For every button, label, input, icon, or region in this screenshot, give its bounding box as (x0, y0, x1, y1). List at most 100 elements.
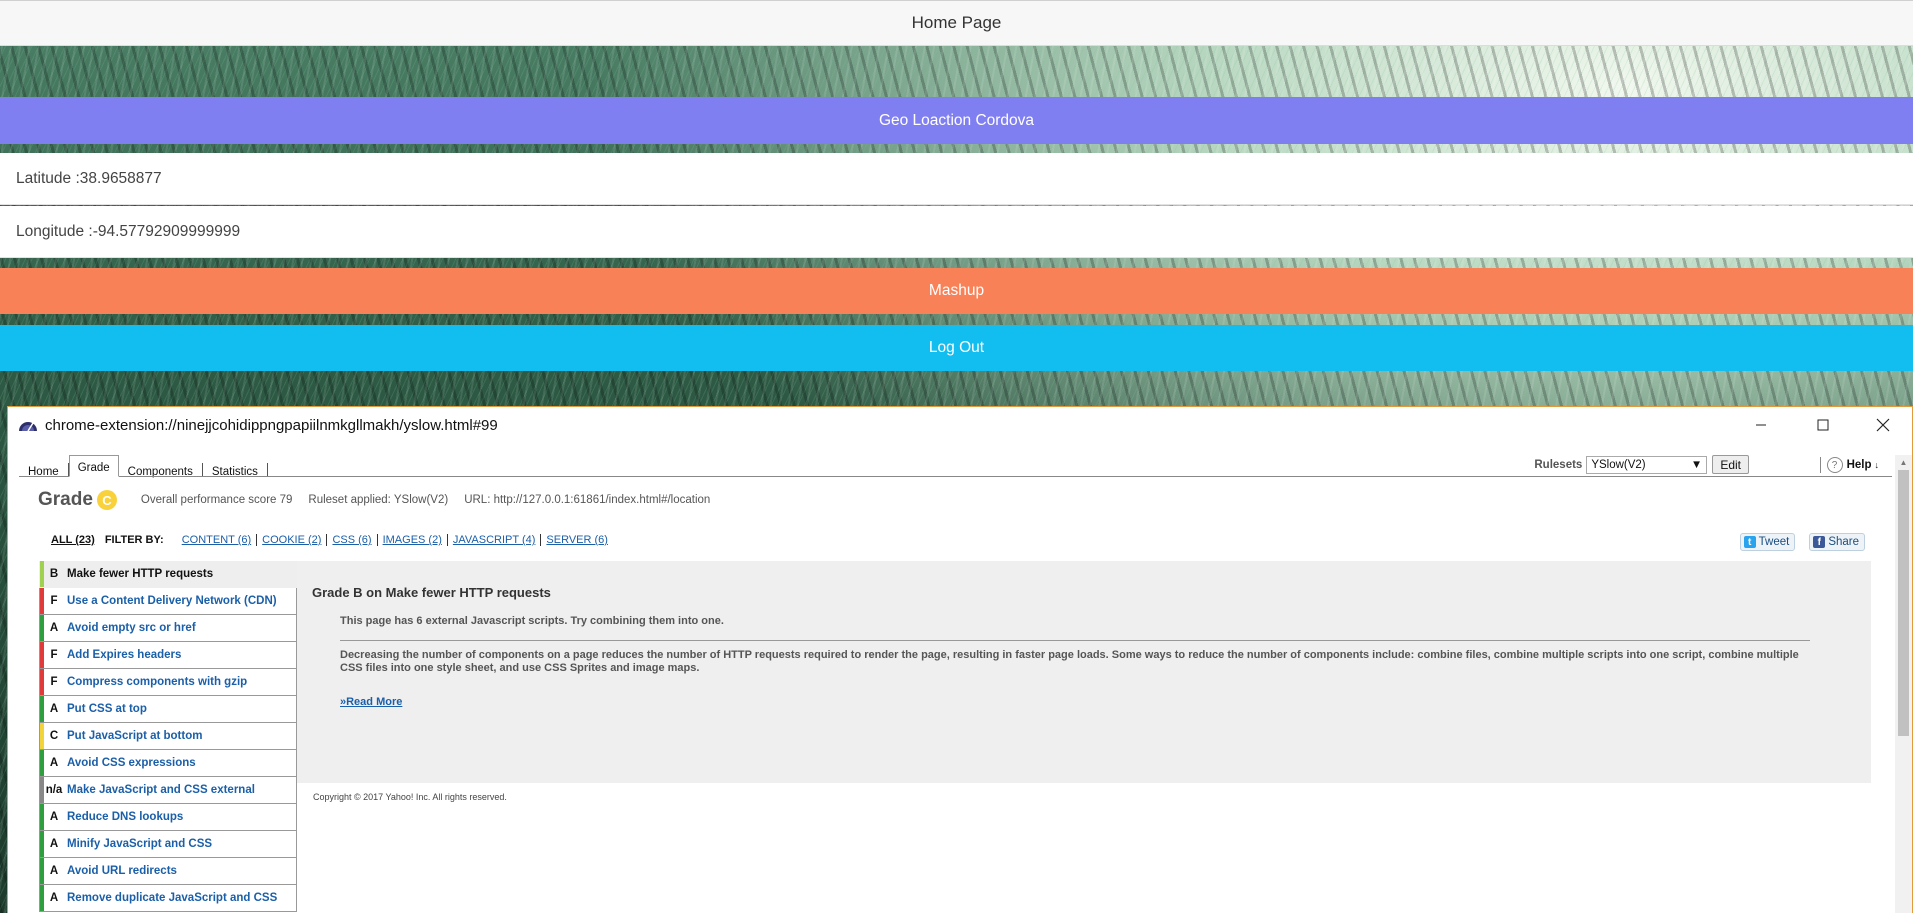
tabs-divider (19, 476, 1892, 477)
ruleset-select[interactable]: YSlow(V2) ▼ (1586, 455, 1708, 474)
rule-item[interactable]: A Avoid CSS expressions (39, 750, 297, 777)
rule-grade: n/a (45, 784, 63, 796)
page-url: URL: http://127.0.0.1:61861/index.html#/… (464, 494, 711, 506)
rule-grade: A (49, 757, 59, 769)
rule-name: Put JavaScript at bottom (67, 730, 203, 742)
grade-summary: Grade C Overall performance score 79 Rul… (38, 489, 726, 511)
help-menu[interactable]: ? Help ↓ (1819, 457, 1880, 473)
longitude-row: Longitude :-94.57792909999999 (0, 206, 1913, 258)
maximize-button[interactable] (1800, 407, 1846, 443)
rule-grade: A (49, 811, 59, 823)
rule-grade: A (49, 622, 59, 634)
rule-grade: C (49, 730, 59, 742)
rule-grade: F (50, 676, 58, 688)
geo-location-button[interactable]: Geo Loaction Cordova (0, 97, 1913, 144)
grade-badge: C (96, 490, 117, 510)
rules-list: B Make fewer HTTP requests F Use a Content … (39, 561, 297, 912)
rule-item[interactable]: A Put CSS at top (39, 696, 297, 723)
overall-score: Overall performance score 79 (140, 494, 293, 506)
scrollbar-thumb[interactable] (1898, 470, 1909, 736)
tab-home[interactable]: Home (19, 463, 69, 478)
rule-grade: F (50, 649, 58, 661)
latitude-row: Latitude :38.9658877 (0, 153, 1913, 205)
rule-name: Remove duplicate JavaScript and CSS (67, 892, 278, 904)
filter-cookie[interactable]: COOKIE (2) (257, 534, 328, 546)
filter-by-label: FILTER BY: (104, 534, 164, 546)
tab-grade[interactable]: Grade (68, 455, 119, 477)
filter-all[interactable]: ALL (23) (51, 534, 95, 546)
rule-name: Make JavaScript and CSS external (67, 784, 255, 796)
rule-detail-panel: Grade B on Make fewer HTTP requests This… (297, 561, 1871, 783)
rule-grade: B (49, 568, 59, 580)
filter-content[interactable]: CONTENT (6) (177, 534, 258, 546)
rule-grade: A (49, 892, 59, 904)
filter-css[interactable]: CSS (6) (327, 534, 378, 546)
rule-grade: A (49, 865, 59, 877)
filter-javascript[interactable]: JAVASCRIPT (4) (448, 534, 542, 546)
logout-button[interactable]: Log Out (0, 325, 1913, 371)
help-label: Help (1846, 459, 1872, 471)
rule-name: Compress components with gzip (67, 676, 248, 688)
rule-name: Avoid empty src or href (67, 622, 196, 634)
rule-grade: F (50, 595, 58, 607)
rule-item[interactable]: F Compress components with gzip (39, 669, 297, 696)
mashup-button[interactable]: Mashup (0, 268, 1913, 314)
scroll-up-arrow-icon[interactable]: ▲ (1895, 455, 1912, 470)
tweet-button[interactable]: t Tweet (1739, 533, 1796, 551)
filter-server[interactable]: SERVER (6) (541, 534, 613, 546)
close-icon (1876, 418, 1890, 432)
tab-statistics[interactable]: Statistics (203, 463, 268, 478)
read-more-link[interactable]: »Read More (340, 696, 402, 708)
filter-images[interactable]: IMAGES (2) (378, 534, 448, 546)
rule-item[interactable]: n/a Make JavaScript and CSS external (39, 777, 297, 804)
social-buttons: t Tweet f Share (1739, 533, 1865, 551)
rule-name: Make fewer HTTP requests (67, 568, 214, 580)
vertical-scrollbar[interactable]: ▲ (1895, 455, 1912, 913)
app-header: Home Page (0, 0, 1913, 46)
rule-name: Put CSS at top (67, 703, 147, 715)
detail-title: Grade B on Make fewer HTTP requests (312, 585, 551, 600)
yslow-popup-window: chrome-extension://ninejjcohidippngpapii… (7, 406, 1913, 913)
copyright-text: Copyright © 2017 Yahoo! Inc. All rights … (313, 792, 507, 802)
share-label: Share (1828, 536, 1859, 548)
rule-item[interactable]: A Remove duplicate JavaScript and CSS (39, 885, 297, 912)
facebook-icon: f (1813, 536, 1826, 548)
rule-name: Avoid CSS expressions (67, 757, 196, 769)
rule-item[interactable]: A Avoid empty src or href (39, 615, 297, 642)
ruleset-applied: Ruleset applied: YSlow(V2) (308, 494, 449, 506)
minimize-icon (1756, 424, 1766, 426)
detail-divider (340, 640, 1810, 641)
rulesets-control: Rulesets YSlow(V2) ▼ Edit (1534, 455, 1749, 474)
rule-name: Minify JavaScript and CSS (67, 838, 213, 850)
help-icon: ? (1826, 457, 1843, 473)
rule-name: Use a Content Delivery Network (CDN) (67, 595, 277, 607)
rule-name: Add Expires headers (67, 649, 182, 661)
rule-item[interactable]: F Add Expires headers (39, 642, 297, 669)
dropdown-arrow-icon: ▼ (1690, 458, 1703, 471)
rule-item[interactable]: F Use a Content Delivery Network (CDN) (39, 588, 297, 615)
close-button[interactable] (1860, 407, 1906, 443)
rule-item[interactable]: A Avoid URL redirects (39, 858, 297, 885)
detail-description: Decreasing the number of components on a… (340, 649, 1799, 674)
rule-grade: A (49, 703, 59, 715)
filter-bar: ALL (23) FILTER BY: CONTENT (6) COOKIE (… (51, 534, 613, 546)
tab-components[interactable]: Components (119, 463, 203, 478)
rule-grade: A (49, 838, 59, 850)
rule-item[interactable]: A Minify JavaScript and CSS (39, 831, 297, 858)
page-title: Home Page (911, 13, 1002, 32)
rule-item[interactable]: B Make fewer HTTP requests (39, 561, 297, 588)
ruleset-selected-value: YSlow(V2) (1591, 458, 1646, 471)
rule-item[interactable]: C Put JavaScript at bottom (39, 723, 297, 750)
chevron-down-icon: ↓ (1874, 460, 1880, 470)
detail-message: This page has 6 external Javascript scri… (340, 615, 724, 627)
share-button[interactable]: f Share (1809, 533, 1865, 551)
grade-heading: Grade (38, 489, 93, 510)
window-title: chrome-extension://ninejjcohidippngpapii… (45, 416, 498, 434)
minimize-button[interactable] (1738, 407, 1784, 443)
rule-name: Avoid URL redirects (67, 865, 177, 877)
yslow-tabs: Home Grade Components Statistics (19, 455, 268, 478)
twitter-icon: t (1743, 536, 1756, 548)
edit-ruleset-button[interactable]: Edit (1712, 455, 1749, 474)
rule-item[interactable]: A Reduce DNS lookups (39, 804, 297, 831)
tweet-label: Tweet (1758, 536, 1790, 548)
